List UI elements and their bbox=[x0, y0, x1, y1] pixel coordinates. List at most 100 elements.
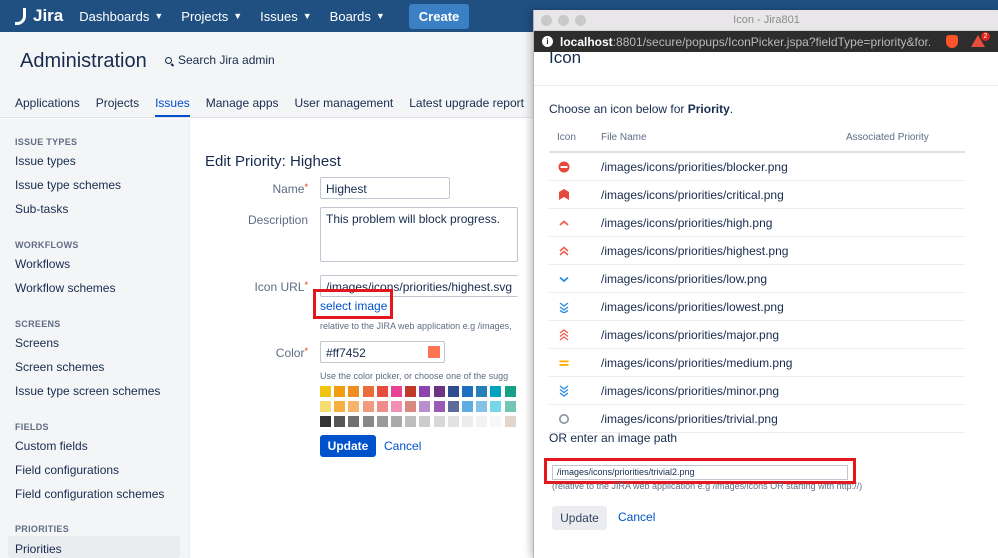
tab-applications[interactable]: Applications bbox=[15, 86, 80, 117]
color-swatch[interactable] bbox=[320, 401, 331, 412]
table-row[interactable]: /images/icons/priorities/highest.png bbox=[549, 237, 965, 265]
color-swatch[interactable] bbox=[376, 416, 388, 427]
color-swatch[interactable] bbox=[391, 401, 402, 412]
color-swatch[interactable] bbox=[376, 401, 388, 412]
color-swatch[interactable] bbox=[447, 416, 459, 427]
color-swatch[interactable] bbox=[348, 416, 360, 427]
nav-label: Dashboards bbox=[79, 8, 150, 24]
table-row[interactable]: /images/icons/priorities/trivial.png bbox=[549, 405, 965, 433]
address-bar[interactable]: i localhost:8801/secure/popups/IconPicke… bbox=[534, 31, 998, 52]
name-input[interactable]: Highest bbox=[320, 177, 450, 199]
notification-badge: 2 bbox=[981, 32, 990, 41]
divider bbox=[534, 85, 998, 86]
window-title: Icon - Jira801 bbox=[733, 14, 800, 26]
color-swatch[interactable] bbox=[391, 386, 402, 397]
sidebar-item-workflows[interactable]: Workflows bbox=[15, 257, 70, 271]
color-swatch[interactable] bbox=[462, 401, 473, 412]
table-row[interactable]: /images/icons/priorities/high.png bbox=[549, 209, 965, 237]
sidebar-item-issue-type-screen-schemes[interactable]: Issue type screen schemes bbox=[15, 384, 160, 398]
file-name: /images/icons/priorities/highest.png bbox=[601, 244, 789, 258]
color-swatch[interactable] bbox=[476, 401, 488, 412]
tab-manage-apps[interactable]: Manage apps bbox=[206, 86, 279, 117]
sidebar-item-screens[interactable]: Screens bbox=[15, 336, 59, 350]
color-swatch[interactable] bbox=[362, 401, 374, 412]
brave-shield-icon[interactable] bbox=[946, 35, 958, 48]
color-swatch[interactable] bbox=[462, 386, 473, 397]
table-row[interactable]: /images/icons/priorities/critical.png bbox=[549, 181, 965, 209]
color-swatch[interactable] bbox=[476, 416, 488, 427]
update-button[interactable]: Update bbox=[320, 435, 376, 457]
color-swatch[interactable] bbox=[419, 386, 431, 397]
sidebar-item-priorities[interactable]: Priorities bbox=[15, 542, 62, 556]
nav-boards-menu[interactable]: Boards ▼ bbox=[330, 4, 385, 29]
tab-projects[interactable]: Projects bbox=[96, 86, 139, 117]
create-button[interactable]: Create bbox=[408, 3, 470, 29]
sidebar-item-field-configurations[interactable]: Field configurations bbox=[15, 463, 119, 477]
color-swatch[interactable] bbox=[320, 416, 331, 427]
nav-projects-menu[interactable]: Projects ▼ bbox=[181, 4, 242, 29]
sidebar-item-screen-schemes[interactable]: Screen schemes bbox=[15, 360, 104, 374]
table-row[interactable]: /images/icons/priorities/lowest.png bbox=[549, 293, 965, 321]
color-swatch[interactable] bbox=[405, 416, 417, 427]
tab-latest-upgrade-report[interactable]: Latest upgrade report bbox=[409, 86, 524, 117]
color-swatch[interactable] bbox=[490, 401, 502, 412]
jira-logo[interactable]: Jira bbox=[12, 6, 63, 26]
nav-issues-menu[interactable]: Issues ▼ bbox=[260, 4, 312, 29]
color-preview-swatch[interactable] bbox=[428, 346, 440, 358]
chevron-down-icon: ▼ bbox=[154, 11, 164, 21]
color-swatch[interactable] bbox=[433, 416, 445, 427]
color-swatch[interactable] bbox=[433, 386, 445, 397]
color-swatch[interactable] bbox=[490, 416, 502, 427]
sidebar-item-custom-fields[interactable]: Custom fields bbox=[15, 439, 88, 453]
color-swatch[interactable] bbox=[348, 401, 360, 412]
icon-picker-popup-window: Icon - Jira801 i localhost:8801/secure/p… bbox=[533, 10, 998, 558]
info-icon[interactable]: i bbox=[542, 36, 553, 47]
color-swatch[interactable] bbox=[334, 386, 346, 397]
color-swatch[interactable] bbox=[490, 386, 502, 397]
color-swatch[interactable] bbox=[334, 416, 346, 427]
table-row[interactable]: /images/icons/priorities/minor.png bbox=[549, 377, 965, 405]
url-text[interactable]: localhost:8801/secure/popups/IconPicker.… bbox=[560, 35, 930, 49]
color-swatch[interactable] bbox=[362, 416, 374, 427]
color-swatch[interactable] bbox=[405, 401, 417, 412]
color-swatch[interactable] bbox=[504, 416, 516, 427]
description-textarea[interactable]: This problem will block progress. bbox=[320, 207, 518, 262]
color-swatch[interactable] bbox=[447, 386, 459, 397]
sidebar-item-issue-type-schemes[interactable]: Issue type schemes bbox=[15, 178, 121, 192]
nav-dashboards-menu[interactable]: Dashboards ▼ bbox=[79, 4, 163, 29]
color-swatch[interactable] bbox=[320, 386, 331, 397]
table-row[interactable]: /images/icons/priorities/blocker.png bbox=[549, 153, 965, 181]
color-swatch[interactable] bbox=[504, 401, 516, 412]
cancel-link[interactable]: Cancel bbox=[384, 439, 421, 453]
col-header-icon: Icon bbox=[557, 132, 576, 143]
color-swatch[interactable] bbox=[419, 401, 431, 412]
color-swatch[interactable] bbox=[419, 416, 431, 427]
chevron-down-icon: ▼ bbox=[302, 11, 312, 21]
sidebar-section-priorities: PRIORITIES bbox=[15, 524, 70, 534]
color-swatch[interactable] bbox=[447, 401, 459, 412]
table-row[interactable]: /images/icons/priorities/low.png bbox=[549, 265, 965, 293]
color-swatch[interactable] bbox=[348, 386, 360, 397]
sidebar-item-field-configuration-schemes[interactable]: Field configuration schemes bbox=[15, 487, 164, 501]
admin-search-link[interactable]: Search Jira admin bbox=[165, 53, 275, 67]
color-swatch[interactable] bbox=[334, 401, 346, 412]
color-swatch[interactable] bbox=[376, 386, 388, 397]
table-row[interactable]: /images/icons/priorities/medium.png bbox=[549, 349, 965, 377]
sidebar-item-sub-tasks[interactable]: Sub-tasks bbox=[15, 202, 68, 216]
intro-suffix: . bbox=[729, 102, 734, 116]
color-swatch[interactable] bbox=[362, 386, 374, 397]
popup-update-button[interactable]: Update bbox=[552, 506, 607, 530]
color-swatch[interactable] bbox=[476, 386, 488, 397]
color-swatch[interactable] bbox=[462, 416, 473, 427]
table-row[interactable]: /images/icons/priorities/major.png bbox=[549, 321, 965, 349]
sidebar-item-issue-types[interactable]: Issue types bbox=[15, 154, 76, 168]
popup-cancel-link[interactable]: Cancel bbox=[618, 510, 655, 524]
color-swatch[interactable] bbox=[433, 401, 445, 412]
tab-user-management[interactable]: User management bbox=[295, 86, 394, 117]
sidebar-item-workflow-schemes[interactable]: Workflow schemes bbox=[15, 281, 115, 295]
color-swatch[interactable] bbox=[405, 386, 417, 397]
color-input[interactable]: #ff7452 bbox=[320, 341, 445, 363]
tab-issues[interactable]: Issues bbox=[155, 86, 190, 117]
color-swatch[interactable] bbox=[504, 386, 516, 397]
color-swatch[interactable] bbox=[391, 416, 402, 427]
